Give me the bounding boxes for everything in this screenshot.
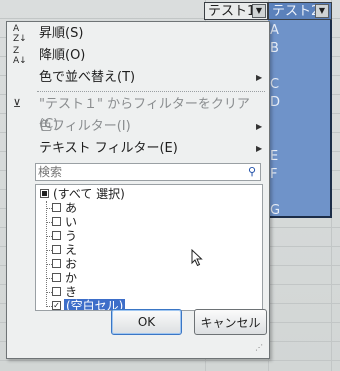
header-label: テスト1	[208, 4, 256, 19]
list-item-label: か	[65, 271, 78, 285]
cell[interactable]: D	[270, 95, 280, 110]
cell[interactable]: E	[270, 149, 278, 164]
list-item-label: あ	[65, 201, 78, 215]
list-item-label: え	[65, 243, 78, 257]
list-item-label: お	[65, 257, 78, 271]
menu-label: 色で並べ替え(T)	[39, 70, 136, 85]
checkbox-select-all[interactable]	[40, 189, 49, 198]
filter-dropdown-button[interactable]: ▼	[252, 4, 266, 18]
submenu-arrow-icon: ▶	[256, 73, 263, 82]
filter-values-list[interactable]: (すべて 選択) あ い う え お か き ✓ (空白セル)	[35, 184, 263, 311]
cell[interactable]: C	[270, 77, 279, 92]
header-label: テスト2	[272, 4, 320, 19]
menu-label: 降順(O)	[39, 48, 86, 63]
sort-ascending-icon: A Z↓	[13, 24, 27, 44]
menu-sort-by-color[interactable]: 色で並べ替え(T) ▶	[7, 68, 269, 88]
checkbox[interactable]	[52, 231, 61, 240]
menu-text-filter[interactable]: テキスト フィルター(E) ▶	[7, 139, 269, 159]
submenu-arrow-icon: ▶	[256, 122, 263, 131]
list-item-label: う	[65, 229, 78, 243]
cancel-button[interactable]: キャンセル	[194, 309, 267, 335]
resize-grip-icon[interactable]: ⋰	[255, 344, 265, 355]
menu-clear-filter[interactable]: ⊻ "テスト１" からフィルターをクリア(C)	[7, 95, 269, 132]
list-item-label: き	[65, 285, 78, 299]
ok-button[interactable]: OK	[111, 309, 182, 335]
cell[interactable]: G	[270, 203, 280, 218]
checkbox-checked[interactable]: ✓	[52, 301, 61, 310]
menu-separator	[37, 91, 265, 92]
menu-label: 色フィルター(I)	[39, 119, 131, 134]
mouse-cursor-icon	[191, 249, 203, 267]
submenu-arrow-icon: ▶	[256, 144, 263, 153]
menu-sort-ascending[interactable]: A Z↓ 昇順(S)	[7, 24, 269, 44]
checkbox[interactable]	[52, 203, 61, 212]
search-input[interactable]	[38, 164, 228, 180]
sort-descending-icon: Z A↓	[13, 46, 27, 66]
checkbox[interactable]	[52, 287, 61, 296]
clear-filter-icon: ⊻	[13, 97, 22, 110]
checkbox[interactable]	[52, 245, 61, 254]
checkbox[interactable]	[52, 217, 61, 226]
checkbox[interactable]	[52, 273, 61, 282]
search-box[interactable]: ⚲	[35, 163, 261, 181]
cell[interactable]: F	[270, 167, 277, 182]
filter-dropdown-button[interactable]: ▼	[315, 4, 329, 18]
menu-label: テキスト フィルター(E)	[39, 141, 178, 156]
search-icon: ⚲	[247, 165, 256, 178]
list-item-label: い	[65, 215, 78, 229]
checkbox[interactable]	[52, 259, 61, 268]
menu-label: 昇順(S)	[39, 26, 84, 41]
cell[interactable]: A	[270, 23, 279, 38]
list-item-label: (すべて 選択)	[53, 187, 125, 201]
menu-color-filter[interactable]: 色フィルター(I) ▶	[7, 117, 269, 137]
autofilter-menu: A Z↓ 昇順(S) Z A↓ 降順(O) 色で並べ替え(T) ▶ ⊻ "テスト１"…	[6, 21, 270, 359]
menu-sort-descending[interactable]: Z A↓ 降順(O)	[7, 46, 269, 66]
cell[interactable]: B	[270, 41, 279, 56]
